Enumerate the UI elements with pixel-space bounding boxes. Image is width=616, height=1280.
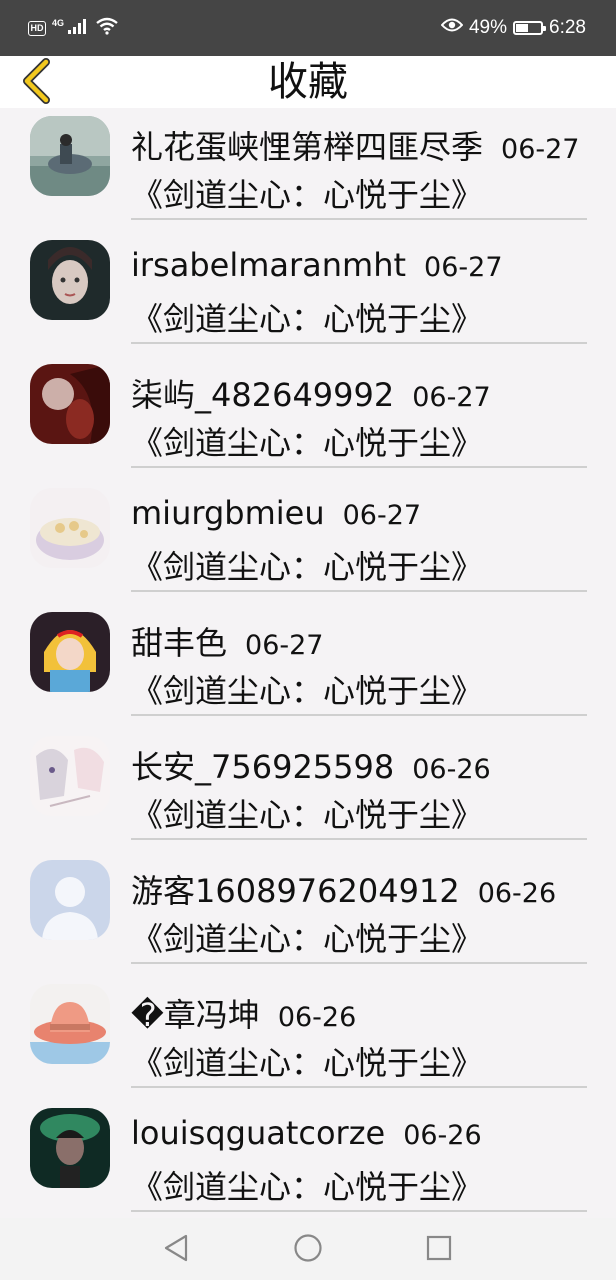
app-header: 收藏 (0, 56, 616, 108)
book-title: 《剑道尘心：心悦于尘》 (131, 548, 484, 586)
list-item[interactable]: irsabelmaranmht 06-27 《剑道尘心：心悦于尘》 (0, 220, 616, 344)
item-header: 甜丰色 06-27 (131, 618, 323, 662)
book-title: 《剑道尘心：心悦于尘》 (131, 300, 484, 338)
status-left: HD 4G (28, 16, 119, 40)
item-date: 06-26 (477, 878, 557, 909)
avatar[interactable] (30, 860, 110, 940)
book-title: 《剑道尘心：心悦于尘》 (131, 672, 484, 710)
avatar[interactable] (30, 736, 110, 816)
avatar[interactable] (30, 488, 110, 568)
item-header: 柒屿_482649992 06-27 (131, 370, 491, 414)
status-right: 49% 6:28 (440, 14, 586, 42)
avatar[interactable] (30, 364, 110, 444)
item-header: louisqguatcorze 06-26 (131, 1114, 482, 1158)
item-date: 06-27 (424, 252, 503, 283)
list-item[interactable]: 长安_756925598 06-26 《剑道尘心：心悦于尘》 (0, 716, 616, 840)
item-date: 06-27 (245, 630, 324, 661)
user-name: miurgbmieu (131, 494, 325, 532)
list-item[interactable]: 柒屿_482649992 06-27 《剑道尘心：心悦于尘》 (0, 344, 616, 468)
avatar[interactable] (30, 240, 110, 320)
avatar[interactable] (30, 1108, 110, 1188)
book-title: 《剑道尘心：心悦于尘》 (131, 920, 484, 958)
user-name: 游客1608976204912 (131, 872, 460, 910)
item-date: 06-26 (277, 1002, 357, 1033)
user-name: irsabelmaranmht (131, 246, 407, 284)
book-title: 《剑道尘心：心悦于尘》 (131, 1044, 484, 1082)
back-triangle-icon (162, 1233, 190, 1267)
system-nav-bar (0, 1218, 616, 1280)
item-header: miurgbmieu 06-27 (131, 494, 421, 538)
favorites-list: 礼花蛋峡悝第榉四匪尽季 06-27 《剑道尘心：心悦于尘》 irsabelmar… (0, 108, 616, 1218)
user-name: louisqguatcorze (131, 1114, 386, 1152)
user-name: �章冯坤 (131, 996, 260, 1034)
battery-icon (513, 21, 547, 35)
clock: 6:28 (549, 17, 586, 38)
item-date: 06-26 (403, 1120, 482, 1151)
book-title: 《剑道尘心：心悦于尘》 (131, 796, 484, 834)
signal-icon (67, 17, 89, 40)
wifi-icon (95, 17, 119, 40)
user-name: 长安_756925598 (131, 748, 395, 786)
list-item[interactable]: 游客1608976204912 06-26 《剑道尘心：心悦于尘》 (0, 840, 616, 964)
avatar[interactable] (30, 116, 110, 196)
list-item[interactable]: miurgbmieu 06-27 《剑道尘心：心悦于尘》 (0, 468, 616, 592)
item-header: 礼花蛋峡悝第榉四匪尽季 06-27 (131, 122, 579, 166)
book-title: 《剑道尘心：心悦于尘》 (131, 176, 484, 214)
avatar[interactable] (30, 984, 110, 1064)
battery-percent: 49% (468, 17, 508, 38)
item-header: irsabelmaranmht 06-27 (131, 246, 503, 290)
list-item[interactable]: �章冯坤 06-26 《剑道尘心：心悦于尘》 (0, 964, 616, 1088)
item-date: 06-27 (412, 382, 491, 413)
item-header: 长安_756925598 06-26 (131, 742, 491, 786)
item-header: �章冯坤 06-26 (131, 990, 356, 1034)
eye-icon (440, 17, 464, 39)
user-name: 甜丰色 (131, 624, 228, 662)
list-item[interactable]: 礼花蛋峡悝第榉四匪尽季 06-27 《剑道尘心：心悦于尘》 (0, 108, 616, 220)
recents-square-icon (425, 1234, 453, 1266)
item-date: 06-27 (342, 500, 422, 531)
divider (131, 1210, 587, 1212)
nav-back-button[interactable] (158, 1232, 194, 1268)
user-name: 柒屿_482649992 (131, 376, 395, 414)
user-name: 礼花蛋峡悝第榉四匪尽季 (131, 128, 484, 166)
status-bar: HD 4G 49% 6:28 (0, 0, 616, 56)
page-title: 收藏 (268, 59, 348, 105)
nav-recents-button[interactable] (421, 1232, 457, 1268)
hd-icon: HD (28, 20, 46, 36)
item-date: 06-27 (501, 134, 580, 165)
network-type-label: 4G (52, 18, 65, 28)
avatar[interactable] (30, 612, 110, 692)
list-item[interactable]: louisqguatcorze 06-26 《剑道尘心：心悦于尘》 (0, 1088, 616, 1212)
book-title: 《剑道尘心：心悦于尘》 (131, 1168, 484, 1206)
nav-home-button[interactable] (290, 1232, 326, 1268)
book-title: 《剑道尘心：心悦于尘》 (131, 424, 484, 462)
item-header: 游客1608976204912 06-26 (131, 866, 556, 910)
list-item[interactable]: 甜丰色 06-27 《剑道尘心：心悦于尘》 (0, 592, 616, 716)
item-date: 06-26 (412, 754, 491, 785)
home-circle-icon (293, 1233, 323, 1267)
